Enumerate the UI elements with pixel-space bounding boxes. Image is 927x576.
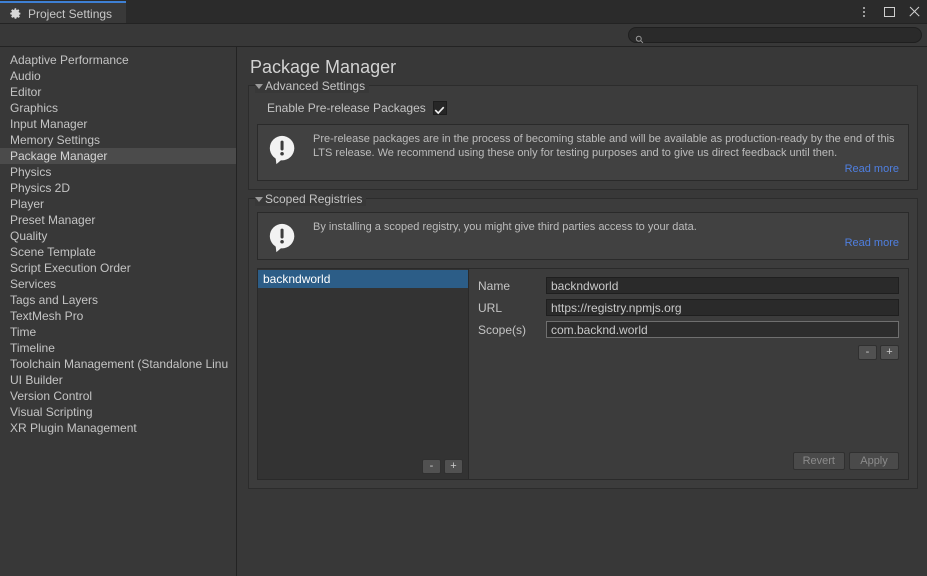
more-options-icon[interactable] <box>857 5 871 19</box>
sidebar-item-audio[interactable]: Audio <box>0 68 236 84</box>
registry-list[interactable]: backndworld <box>258 269 468 453</box>
scopes-input[interactable] <box>546 321 899 338</box>
scoped-registries-header[interactable]: Scoped Registries <box>255 191 367 206</box>
add-scope-button[interactable]: + <box>880 345 899 360</box>
settings-sidebar[interactable]: Adaptive Performance Audio Editor Graphics I… <box>0 47 237 576</box>
sidebar-item-toolchain-management-standalone-linu[interactable]: Toolchain Management (Standalone Linu <box>0 356 236 372</box>
sidebar-item-adaptive-performance[interactable]: Adaptive Performance <box>0 52 236 68</box>
sidebar-item-xr-plugin-management[interactable]: XR Plugin Management <box>0 420 236 436</box>
gear-icon <box>9 7 22 20</box>
sidebar-item-version-control[interactable]: Version Control <box>0 388 236 404</box>
chevron-down-icon[interactable] <box>255 84 263 89</box>
scoped-help-box: By installing a scoped registry, you mig… <box>257 212 909 260</box>
revert-button[interactable]: Revert <box>792 452 845 470</box>
url-input[interactable] <box>546 299 899 316</box>
sidebar-item-package-manager[interactable]: Package Manager <box>0 148 236 164</box>
name-field-row: Name <box>478 277 899 294</box>
name-input[interactable] <box>546 277 899 294</box>
remove-scope-button[interactable]: - <box>858 345 877 360</box>
sidebar-item-input-manager[interactable]: Input Manager <box>0 116 236 132</box>
read-more-link-scoped[interactable]: Read more <box>313 237 899 249</box>
project-settings-window: Project Settings Adaptive Performance Aud… <box>0 0 927 576</box>
registry-list-panel: backndworld - + <box>258 269 469 479</box>
sidebar-item-preset-manager[interactable]: Preset Manager <box>0 212 236 228</box>
prerelease-label: Enable Pre-release Packages <box>267 101 426 115</box>
check-icon <box>434 103 445 114</box>
toolbar <box>0 23 927 47</box>
sidebar-item-quality[interactable]: Quality <box>0 228 236 244</box>
sidebar-item-tags-and-layers[interactable]: Tags and Layers <box>0 292 236 308</box>
sidebar-item-textmesh-pro[interactable]: TextMesh Pro <box>0 308 236 324</box>
apply-button[interactable]: Apply <box>849 452 899 470</box>
scope-buttons: - + <box>478 345 899 360</box>
search-icon <box>635 31 644 43</box>
sidebar-item-script-execution-order[interactable]: Script Execution Order <box>0 260 236 276</box>
sidebar-item-graphics[interactable]: Graphics <box>0 100 236 116</box>
title-bar: Project Settings <box>0 0 927 24</box>
section-title: Advanced Settings <box>265 78 366 93</box>
remove-registry-button[interactable]: - <box>422 458 441 474</box>
warning-bubble-icon <box>267 222 299 254</box>
url-label: URL <box>478 300 503 315</box>
sidebar-item-ui-builder[interactable]: UI Builder <box>0 372 236 388</box>
search-input[interactable] <box>648 29 915 41</box>
sidebar-item-memory-settings[interactable]: Memory Settings <box>0 132 236 148</box>
registry-list-item[interactable]: backndworld <box>258 270 468 288</box>
sidebar-item-editor[interactable]: Editor <box>0 84 236 100</box>
prerelease-help-box: Pre-release packages are in the process … <box>257 124 909 181</box>
sidebar-item-timeline[interactable]: Timeline <box>0 340 236 356</box>
registry-editor: backndworld - + Name backndworld URL htt… <box>257 268 909 480</box>
window-controls <box>857 0 921 24</box>
registry-list-buttons: - + <box>258 453 468 479</box>
advanced-settings-section: Advanced Settings Enable Pre-release Pac… <box>248 78 918 190</box>
tab-label: Project Settings <box>28 6 113 21</box>
sidebar-item-time[interactable]: Time <box>0 324 236 340</box>
info-icon-wrap <box>267 220 301 254</box>
advanced-settings-header[interactable]: Advanced Settings <box>255 78 370 93</box>
sidebar-item-physics[interactable]: Physics <box>0 164 236 180</box>
sidebar-item-physics-2d[interactable]: Physics 2D <box>0 180 236 196</box>
scoped-registries-section: Scoped Registries By installing a scoped… <box>248 191 918 489</box>
url-field-row: URL <box>478 299 899 316</box>
search-box[interactable] <box>628 27 922 43</box>
sidebar-item-player[interactable]: Player <box>0 196 236 212</box>
name-label: Name <box>478 278 511 293</box>
prerelease-checkbox[interactable] <box>432 101 447 115</box>
content-panel: Package Manager Advanced Settings Enable… <box>237 47 927 576</box>
scopes-label: Scope(s) <box>478 322 527 337</box>
body: Adaptive Performance Audio Editor Graphics I… <box>0 47 927 576</box>
tab-project-settings[interactable]: Project Settings <box>0 1 127 24</box>
maximize-icon[interactable] <box>882 5 896 19</box>
sidebar-item-services[interactable]: Services <box>0 276 236 292</box>
scoped-help-text: By installing a scoped registry, you mig… <box>313 221 697 233</box>
prerelease-help-text: Pre-release packages are in the process … <box>313 133 895 159</box>
sidebar-item-visual-scripting[interactable]: Visual Scripting <box>0 404 236 420</box>
form-footer: Revert Apply <box>478 449 899 479</box>
add-registry-button[interactable]: + <box>444 458 463 474</box>
close-icon[interactable] <box>907 5 921 19</box>
chevron-down-icon[interactable] <box>255 197 263 202</box>
prerelease-row: Enable Pre-release Packages <box>267 99 909 117</box>
section-title: Scoped Registries <box>265 191 363 206</box>
registry-form: Name URL Scope(s) <box>469 269 908 479</box>
sidebar-item-scene-template[interactable]: Scene Template <box>0 244 236 260</box>
form-spacer <box>478 360 899 449</box>
read-more-link-advanced[interactable]: Read more <box>313 163 899 175</box>
page-title: Package Manager <box>250 57 397 77</box>
scopes-field-row: Scope(s) <box>478 321 899 338</box>
warning-bubble-icon <box>267 134 299 166</box>
info-icon-wrap <box>267 132 301 175</box>
